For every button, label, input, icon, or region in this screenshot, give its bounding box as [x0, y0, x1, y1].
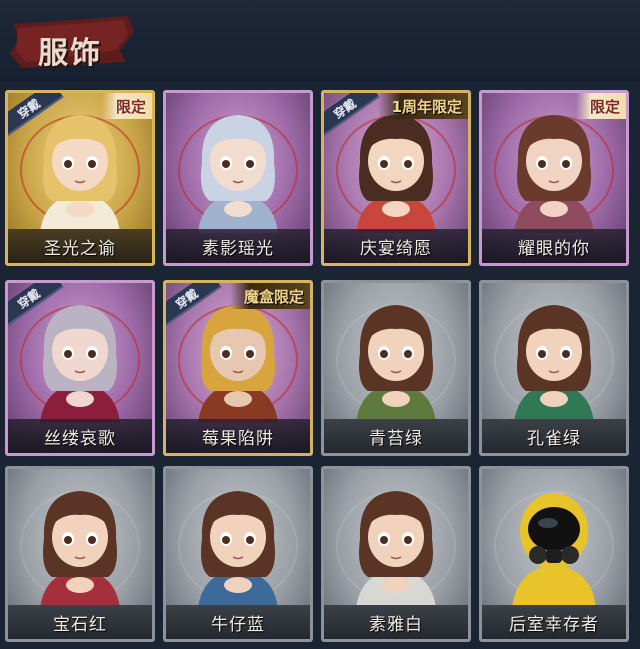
- costume-card[interactable]: 穿戴 限定 圣光之谕: [5, 90, 155, 266]
- costume-card[interactable]: 素雅白: [321, 466, 471, 642]
- costume-name: 青苔绿: [369, 428, 423, 449]
- costume-name: 素影瑶光: [202, 238, 274, 259]
- limited-badge-label: 魔盒限定: [243, 287, 304, 306]
- costume-card[interactable]: 穿戴 1周年限定 庆宴绮愿: [321, 90, 471, 266]
- limited-badge-label: 1周年限定: [391, 97, 462, 116]
- limited-badge: 限定: [575, 93, 626, 119]
- costume-card[interactable]: 青苔绿: [321, 280, 471, 456]
- costume-name: 圣光之谕: [44, 238, 116, 259]
- costume-card[interactable]: 孔雀绿: [479, 280, 629, 456]
- limited-badge: 1周年限定: [377, 93, 468, 119]
- costume-name-bar: 耀眼的你: [482, 229, 626, 263]
- limited-badge: 限定: [101, 93, 152, 119]
- costume-card[interactable]: 穿戴 丝缕哀歌: [5, 280, 155, 456]
- limited-badge-label: 限定: [589, 97, 620, 116]
- costume-name: 丝缕哀歌: [44, 428, 116, 449]
- costume-name: 耀眼的你: [518, 238, 590, 259]
- costume-name: 庆宴绮愿: [360, 238, 432, 259]
- costume-name-bar: 青苔绿: [324, 419, 468, 453]
- costume-name: 素雅白: [369, 614, 423, 635]
- header-bar: 服饰: [0, 0, 640, 82]
- costume-card[interactable]: 素影瑶光: [163, 90, 313, 266]
- costume-name-bar: 后室幸存者: [482, 605, 626, 639]
- costume-name: 牛仔蓝: [211, 614, 265, 635]
- character-portrait: [198, 491, 278, 609]
- limited-badge-label: 限定: [115, 97, 146, 116]
- character-portrait: [40, 491, 120, 609]
- character-portrait: [512, 493, 596, 609]
- costume-name-bar: 庆宴绮愿: [324, 229, 468, 263]
- costume-name: 后室幸存者: [509, 614, 599, 635]
- costume-name-bar: 素影瑶光: [166, 229, 310, 263]
- costume-name-bar: 丝缕哀歌: [8, 419, 152, 453]
- character-portrait: [356, 305, 436, 423]
- character-portrait: [356, 491, 436, 609]
- costume-card[interactable]: 穿戴 魔盒限定 莓果陷阱: [163, 280, 313, 456]
- costume-name-bar: 孔雀绿: [482, 419, 626, 453]
- costume-name: 孔雀绿: [527, 428, 581, 449]
- costume-card[interactable]: 宝石红: [5, 466, 155, 642]
- limited-badge: 魔盒限定: [229, 283, 310, 309]
- character-portrait: [514, 305, 594, 423]
- costume-card[interactable]: 后室幸存者: [479, 466, 629, 642]
- costume-grid: 穿戴 限定 圣光之谕 素影瑶光 穿戴 1周年限定 庆宴绮愿 限定 耀眼的你 穿戴 丝缕哀歌 穿戴 魔盒限…: [5, 90, 635, 645]
- character-portrait: [198, 115, 278, 233]
- costume-name-bar: 莓果陷阱: [166, 419, 310, 453]
- costume-name-bar: 牛仔蓝: [166, 605, 310, 639]
- page-title: 服饰: [38, 36, 102, 71]
- costume-name-bar: 宝石红: [8, 605, 152, 639]
- costume-card[interactable]: 限定耀眼的你: [479, 90, 629, 266]
- costume-name: 宝石红: [53, 614, 107, 635]
- costume-name-bar: 素雅白: [324, 605, 468, 639]
- costume-name-bar: 圣光之谕: [8, 229, 152, 263]
- costume-name: 莓果陷阱: [202, 428, 274, 449]
- costume-card[interactable]: 牛仔蓝: [163, 466, 313, 642]
- title-plate: 服饰: [8, 10, 136, 71]
